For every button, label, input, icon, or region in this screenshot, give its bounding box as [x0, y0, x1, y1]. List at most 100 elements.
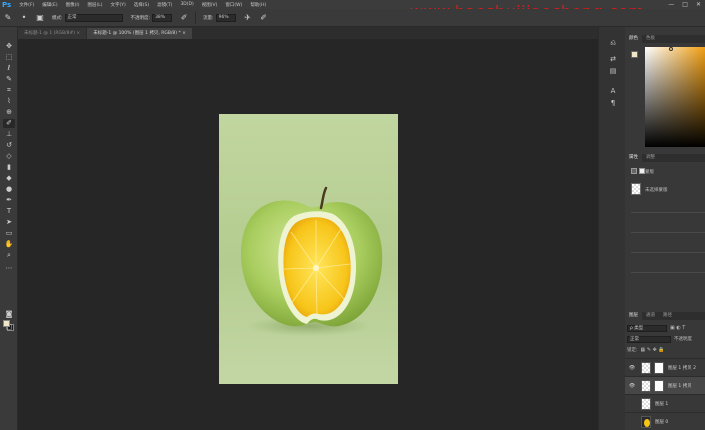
airbrush-icon[interactable]: ✈	[243, 13, 253, 23]
minimize-button[interactable]: —	[668, 1, 674, 8]
history-brush-icon[interactable]: ↺	[3, 141, 15, 150]
color-panel-foreground[interactable]	[631, 51, 638, 58]
refine-divider-2	[631, 272, 705, 273]
lasso-tool-icon[interactable]: ℓ	[3, 64, 15, 73]
layer-name[interactable]: 图层 0	[655, 419, 668, 425]
brush-preset-icon[interactable]: ✎	[3, 13, 13, 23]
filter-icons[interactable]: ▣ ◐ T	[670, 325, 685, 331]
pen-tool-icon[interactable]: ✒	[3, 196, 15, 205]
brush-size-icon[interactable]: •	[19, 13, 29, 23]
paragraph-panel-icon[interactable]: ¶	[608, 99, 618, 108]
marquee-tool-icon[interactable]: ⬚	[3, 53, 15, 62]
layers-filter-row: ρ 类型 ▣ ◐ T	[627, 324, 705, 332]
blur-tool-icon[interactable]: ◆	[3, 174, 15, 183]
gradient-tool-icon[interactable]: ▮	[3, 163, 15, 172]
tab-swatches[interactable]: 色板	[642, 35, 659, 43]
hand-tool-icon[interactable]: ✋	[3, 240, 15, 249]
window-controls: — □ ✕	[668, 0, 701, 9]
character-panel-icon[interactable]: A	[608, 87, 618, 96]
layer-name[interactable]: 图层 1 拷贝	[668, 383, 692, 389]
zoom-tool-icon[interactable]: ⌕	[3, 251, 15, 260]
tab-channels[interactable]: 通道	[642, 312, 659, 320]
color-picker-cursor[interactable]	[669, 47, 673, 51]
tab-layers[interactable]: 图层	[625, 312, 642, 320]
path-select-tool-icon[interactable]: ➤	[3, 218, 15, 227]
visibility-eye-icon[interactable]: 👁	[628, 365, 636, 371]
foreground-color-swatch[interactable]	[3, 320, 10, 327]
canvas-workspace[interactable]	[18, 39, 598, 430]
layer-mask-thumbnail[interactable]	[654, 379, 664, 392]
document-tabs: 未标题-1 @ 1 (RGB/8#) × 未标题-1 @ 100% (图层 1 …	[18, 27, 598, 39]
shape-tool-icon[interactable]: ▭	[3, 229, 15, 238]
visibility-eye-icon[interactable]: 👁	[628, 383, 636, 389]
lemon-thumb-icon	[644, 418, 650, 427]
pressure-opacity-icon[interactable]: ✐	[179, 13, 189, 23]
crop-tool-icon[interactable]: ⌗	[3, 86, 15, 95]
close-button[interactable]: ✕	[696, 1, 701, 8]
opacity-field[interactable]: 38%	[152, 13, 173, 22]
mode-select[interactable]: 正常	[64, 13, 123, 22]
layers-blend-row: 正常 不透明度	[627, 335, 705, 343]
menu-3d[interactable]: 3D(D)	[176, 2, 197, 7]
options-bar: ✎ • ▣ 模式: 正常 不透明度: 38% ✐ 流量: 96% ✈ ✐	[0, 9, 705, 27]
layer-row[interactable]: 图层 0	[625, 412, 705, 430]
quick-mask-icon[interactable]: ◙	[3, 310, 15, 319]
quick-select-tool-icon[interactable]: ✎	[3, 75, 15, 84]
menu-file[interactable]: 文件(F)	[15, 2, 38, 8]
healing-tool-icon[interactable]: ⊕	[3, 108, 15, 117]
menu-view[interactable]: 视图(V)	[198, 2, 222, 8]
swatches-panel-icon[interactable]: ▤	[608, 67, 618, 76]
stamp-tool-icon[interactable]: ⊥	[3, 130, 15, 139]
layer-kind-filter[interactable]: ρ 类型	[627, 324, 667, 332]
actions-panel-icon[interactable]: ⇄	[608, 55, 618, 64]
menu-image[interactable]: 图像(I)	[62, 2, 84, 8]
pixel-mask-icon[interactable]	[631, 168, 637, 174]
document-canvas[interactable]	[219, 114, 398, 384]
menu-help[interactable]: 帮助(H)	[246, 2, 270, 8]
layer-row[interactable]: 图层 1	[625, 394, 705, 412]
right-panels: 颜色 色板 属性 调整 蒙版 未选择蒙版 图层 通道 路径 ρ 类型 ▣ ◐ T…	[625, 27, 705, 430]
layer-row[interactable]: 👁 图层 1 拷贝	[625, 376, 705, 394]
tab-properties[interactable]: 属性	[625, 154, 642, 162]
layer-thumbnail	[641, 397, 651, 410]
tab-color[interactable]: 颜色	[625, 35, 642, 43]
pressure-size-icon[interactable]: ✐	[259, 13, 269, 23]
layer-name[interactable]: 图层 1 拷贝 2	[668, 365, 696, 371]
tab-document-1[interactable]: 未标题-1 @ 1 (RGB/8#) ×	[18, 28, 87, 39]
density-slider[interactable]	[631, 212, 705, 213]
menu-window[interactable]: 窗口(W)	[221, 2, 246, 8]
history-panel-icon[interactable]: ⎌	[608, 39, 618, 48]
mode-label: 模式:	[52, 15, 63, 21]
more-tools-icon[interactable]: ⋯	[3, 264, 15, 273]
lock-icons[interactable]: ▦ ✎ ✥ 🔒	[641, 347, 665, 353]
menu-select[interactable]: 选择(S)	[130, 2, 153, 8]
brush-panel-icon[interactable]: ▣	[35, 13, 45, 23]
eyedropper-tool-icon[interactable]: ⌇	[3, 97, 15, 106]
menu-layer[interactable]: 图层(L)	[84, 2, 107, 8]
menu-edit[interactable]: 编辑(E)	[38, 2, 61, 8]
tab-adjustments[interactable]: 调整	[642, 154, 659, 162]
tab-paths[interactable]: 路径	[659, 312, 676, 320]
vector-mask-icon[interactable]	[639, 168, 645, 174]
brush-tool-icon[interactable]: ✐	[3, 119, 15, 128]
maximize-button[interactable]: □	[682, 1, 688, 8]
menu-type[interactable]: 文字(Y)	[107, 2, 130, 8]
layer-mask-thumbnail[interactable]	[654, 361, 664, 374]
tab-document-2[interactable]: 未标题-1 @ 100% (图层 1 拷贝, RGB/8) * ×	[87, 28, 192, 39]
eraser-tool-icon[interactable]: ◇	[3, 152, 15, 161]
layer-row[interactable]: 👁 图层 1 拷贝 2	[625, 358, 705, 376]
move-tool-icon[interactable]: ✥	[3, 42, 15, 51]
flow-field[interactable]: 96%	[215, 13, 236, 22]
layers-panel-tabs: 图层 通道 路径	[625, 312, 705, 320]
menu-filter[interactable]: 滤镜(T)	[153, 2, 176, 8]
separator	[195, 11, 197, 24]
color-picker-field[interactable]	[645, 47, 705, 147]
refine-divider	[631, 252, 705, 253]
type-tool-icon[interactable]: T	[3, 207, 15, 216]
layer-thumbnail	[641, 361, 651, 374]
flow-label: 流量:	[203, 15, 214, 21]
layer-name[interactable]: 图层 1	[655, 401, 668, 407]
feather-slider[interactable]	[631, 232, 705, 233]
dodge-tool-icon[interactable]: ●	[3, 185, 15, 194]
blend-mode-select[interactable]: 正常	[627, 335, 671, 343]
